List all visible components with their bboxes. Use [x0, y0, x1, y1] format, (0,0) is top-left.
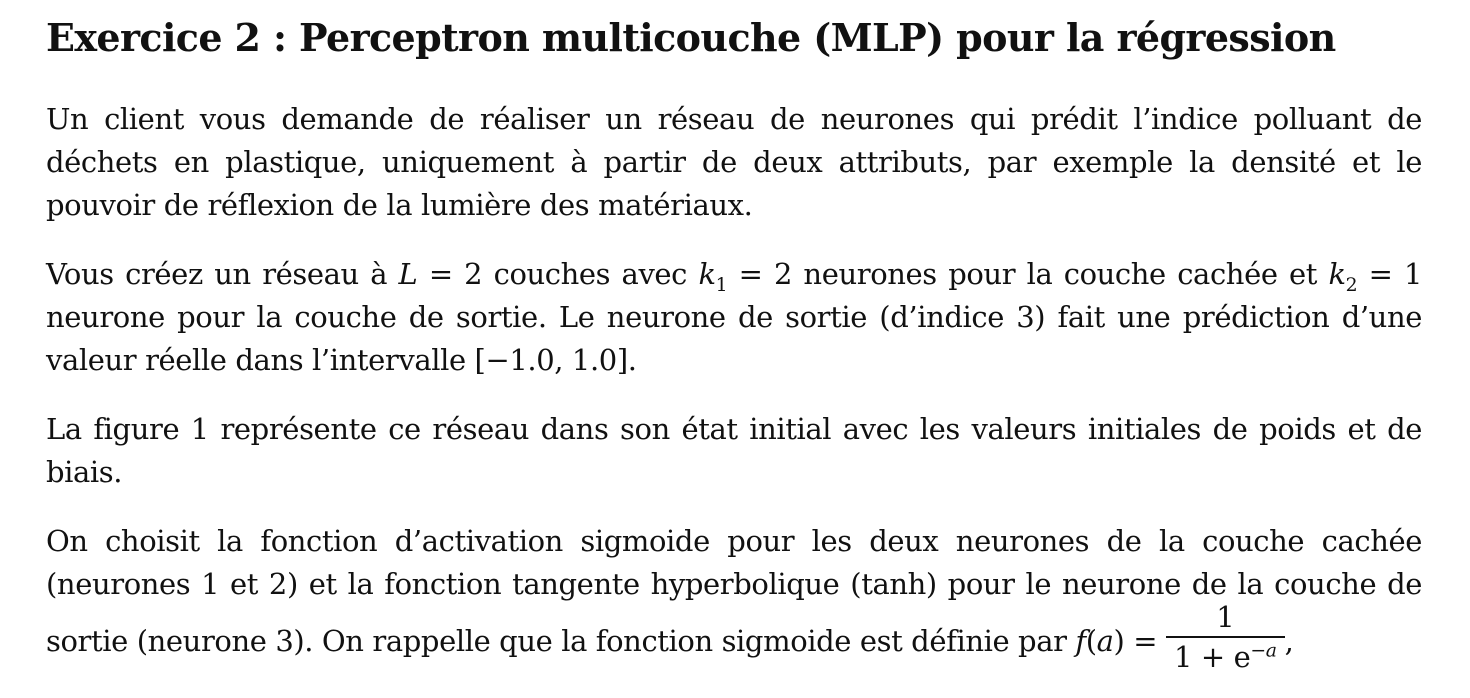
fraction-numerator: 1: [1166, 600, 1285, 638]
math-interval: [−1.0, 1.0]: [474, 343, 629, 377]
document-page: Exercice 2 : Perceptron multicouche (MLP…: [46, 10, 1422, 680]
math-sigmoid-definition: f(a) = 11 + e−a: [1075, 600, 1285, 674]
math-eq-2: = 2: [727, 257, 793, 291]
math-sub-2: 2: [1345, 274, 1358, 296]
text-segment: couches avec: [482, 257, 699, 291]
math-var-k: k: [1328, 257, 1346, 291]
math-fraction: 11 + e−a: [1166, 600, 1285, 674]
math-eq-2: = 2: [417, 257, 483, 291]
math-k1-equals-2: k1 = 2: [698, 257, 793, 295]
math-k2-equals-1: k2 = 1: [1328, 257, 1423, 295]
paragraph-figure-reference: La figure 1 représente ce réseau dans so…: [46, 412, 1422, 489]
math-L-equals-2: L = 2: [399, 257, 483, 291]
math-paren-close-eq: ) =: [1113, 624, 1158, 658]
paragraph-client-request: Un client vous demande de réaliser un ré…: [46, 102, 1422, 222]
text-segment: ,: [1284, 624, 1294, 658]
math-var-L: L: [398, 257, 418, 291]
text-segment: Vous créez un réseau à: [46, 257, 399, 291]
text-segment: neurones pour la couche cachée et: [792, 257, 1329, 291]
paragraph-network-architecture: Vous créez un réseau à L = 2 couches ave…: [46, 253, 1422, 382]
denominator-base: 1 + e: [1174, 640, 1251, 674]
math-eq-1: = 1: [1357, 257, 1423, 291]
text-segment: neurone pour la couche de sortie. Le neu…: [46, 300, 1422, 377]
paragraph-activation-functions: On choisit la fonction d’activation sigm…: [46, 520, 1422, 680]
denominator-exponent: −a: [1250, 640, 1277, 662]
exercise-title: Exercice 2 : Perceptron multicouche (MLP…: [46, 15, 1336, 60]
text-segment: .: [627, 343, 637, 377]
math-sub-1: 1: [715, 274, 728, 296]
math-var-f: f: [1075, 624, 1086, 658]
math-var-a: a: [1096, 624, 1114, 658]
math-var-k: k: [698, 257, 716, 291]
math-paren-open: (: [1085, 624, 1097, 658]
fraction-denominator: 1 + e−a: [1166, 638, 1285, 674]
